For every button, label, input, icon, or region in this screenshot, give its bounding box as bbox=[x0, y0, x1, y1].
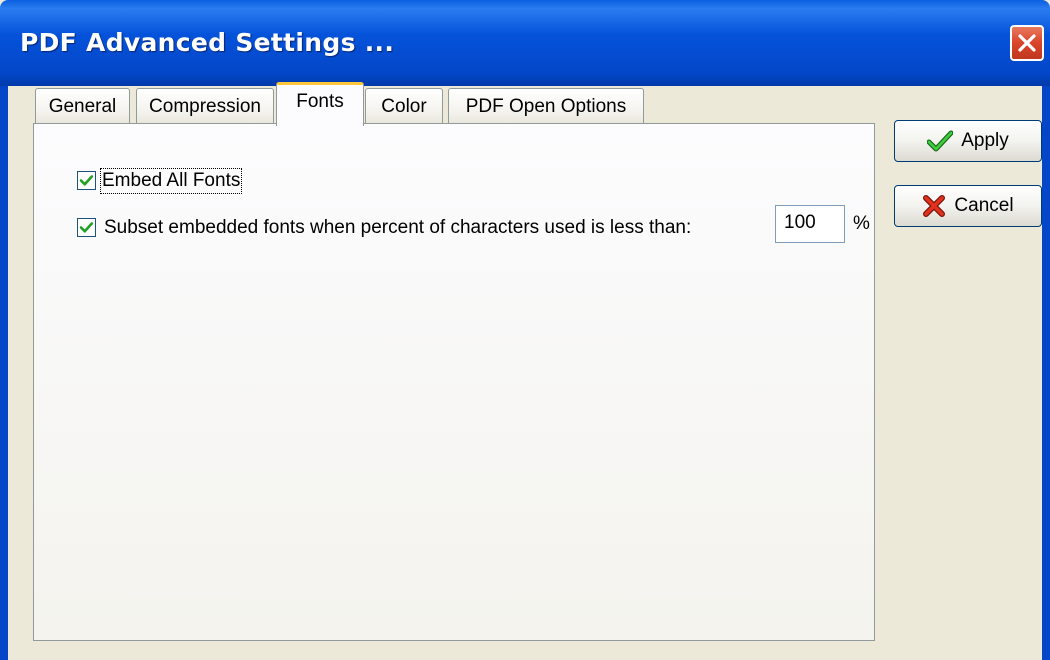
tab-label: Compression bbox=[149, 95, 261, 117]
percent-sign: % bbox=[853, 213, 870, 234]
tab-compression[interactable]: Compression bbox=[136, 88, 274, 124]
embed-all-fonts-checkbox[interactable] bbox=[77, 171, 96, 190]
tab-label: General bbox=[48, 95, 117, 117]
window-title: PDF Advanced Settings ... bbox=[20, 28, 395, 57]
checkmark-icon bbox=[79, 175, 94, 186]
checkmark-icon bbox=[79, 222, 94, 233]
apply-button-label: Apply bbox=[961, 130, 1009, 151]
tab-fonts[interactable]: Fonts bbox=[276, 82, 364, 126]
subset-percent-input[interactable]: 100 bbox=[775, 205, 845, 243]
dialog-window: PDF Advanced Settings ... General Compre… bbox=[0, 0, 1050, 660]
tab-label: Fonts bbox=[296, 90, 344, 112]
tab-pdf-open-options[interactable]: PDF Open Options bbox=[448, 88, 644, 124]
window-frame-left bbox=[0, 86, 8, 660]
checkmark-icon bbox=[927, 130, 954, 152]
close-icon bbox=[1018, 34, 1036, 52]
subset-fonts-label: Subset embedded fonts when percent of ch… bbox=[104, 217, 692, 238]
close-button[interactable] bbox=[1010, 25, 1044, 61]
x-icon bbox=[923, 195, 946, 217]
apply-button[interactable]: Apply bbox=[894, 120, 1042, 162]
tab-color[interactable]: Color bbox=[365, 88, 443, 124]
tab-general[interactable]: General bbox=[35, 88, 130, 124]
title-bar[interactable]: PDF Advanced Settings ... bbox=[0, 0, 1050, 86]
tab-label: Color bbox=[381, 95, 427, 117]
cancel-button[interactable]: Cancel bbox=[894, 185, 1042, 227]
subset-fonts-checkbox[interactable] bbox=[77, 218, 96, 237]
window-frame-right bbox=[1042, 86, 1050, 660]
cancel-button-label: Cancel bbox=[954, 195, 1014, 216]
fonts-tab-panel bbox=[33, 123, 875, 641]
embed-all-fonts-label[interactable]: Embed All Fonts bbox=[99, 168, 243, 194]
tab-label: PDF Open Options bbox=[465, 95, 627, 117]
